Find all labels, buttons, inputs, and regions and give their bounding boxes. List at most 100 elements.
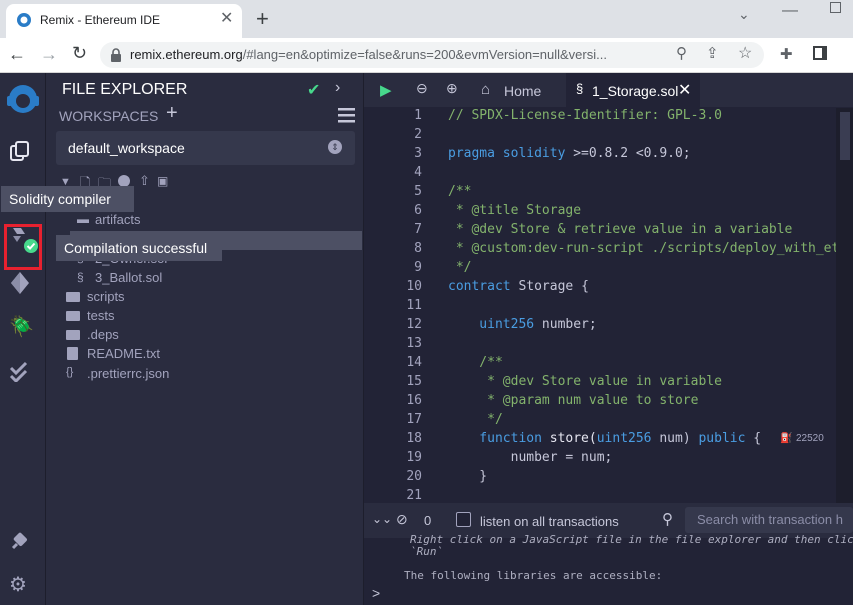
back-arrow-icon[interactable]: ← [8, 44, 26, 65]
editor-minimap[interactable] [836, 108, 853, 503]
maximize-icon[interactable] [830, 2, 841, 13]
forward-arrow-icon[interactable]: → [40, 44, 58, 65]
create-workspace-icon[interactable]: + [166, 102, 178, 125]
code-line: uint256 number; [448, 317, 597, 332]
folder-icon: ▬ [77, 212, 89, 226]
folder-icon [66, 330, 80, 340]
upload-icon[interactable]: ⇧ [139, 173, 150, 189]
tree-item-label: 3_Ballot.sol [95, 270, 163, 285]
minimize-icon[interactable]: — [782, 2, 798, 20]
address-bar[interactable]: remix.ethereum.org/#lang=en&optimize=fal… [100, 42, 764, 68]
run-play-icon[interactable]: ▶ [380, 81, 392, 99]
tree-item-label: artifacts [95, 212, 141, 227]
line-number: 14 [406, 355, 422, 370]
workspace-select[interactable]: default_workspace ⇕ [56, 131, 355, 165]
collapse-terminal-icon[interactable]: ⌄⌄ [372, 512, 392, 526]
workspace-menu-icon[interactable] [338, 107, 356, 123]
pending-tx-count: 0 [424, 513, 432, 528]
remix-logo-icon[interactable] [4, 80, 42, 118]
tree-item-label: tests [87, 308, 115, 323]
solidity-file-icon: § [576, 81, 584, 96]
deploy-run-icon[interactable] [9, 270, 31, 296]
tooltip-compilation-status: Compilation successful [56, 235, 222, 261]
upload-folder-icon[interactable]: ▣ [157, 174, 168, 188]
line-number: 9 [414, 260, 422, 275]
line-number: 16 [406, 393, 422, 408]
line-number: 21 [406, 488, 422, 503]
remix-favicon-icon [17, 13, 31, 27]
clear-terminal-icon[interactable]: ⊘ [396, 511, 408, 528]
line-number: 4 [414, 165, 422, 180]
settings-gear-icon[interactable]: ⚙ [9, 572, 27, 597]
code-line: /** [448, 355, 503, 370]
text-file-icon [67, 347, 78, 360]
reload-icon[interactable]: ↻ [72, 43, 87, 64]
side-panel-icon[interactable] [813, 46, 827, 60]
tooltip-solidity-compiler: Solidity compiler [1, 186, 134, 212]
plugin-manager-icon[interactable] [9, 528, 31, 552]
folder-icon [66, 311, 80, 321]
code-line: * @custom:dev-run-script ./scripts/deplo… [448, 241, 840, 256]
tab-home-label: Home [504, 83, 542, 99]
code-line: /** [448, 184, 472, 199]
terminal-output-line: Right click on a JavaScript file in the … [410, 533, 853, 546]
line-number: 12 [406, 317, 422, 332]
line-number: 1 [414, 108, 422, 123]
extensions-icon[interactable]: ✚ [780, 45, 793, 63]
file-explorer-icon[interactable] [9, 140, 31, 162]
search-placeholder: Search with transaction h [697, 512, 843, 527]
workspace-select-value: default_workspace [68, 140, 185, 156]
code-line: pragma solidity >=0.8.2 <0.9.0; [448, 146, 691, 161]
line-number: 15 [406, 374, 422, 389]
code-line: } [448, 469, 488, 484]
compiler-highlight-box [4, 224, 42, 270]
tab-file-label: 1_Storage.sol [592, 83, 679, 99]
tab-home[interactable]: ⌂ Home [472, 73, 564, 107]
bookmark-star-icon[interactable]: ☆ [738, 43, 752, 63]
search-icon[interactable]: ⚲ [676, 44, 687, 62]
close-tab-icon[interactable]: ✕ [678, 80, 691, 100]
verified-check-icon: ✔ [307, 82, 321, 99]
code-line: number = num; [448, 450, 613, 465]
code-line: // SPDX-License-Identifier: GPL-3.0 [448, 108, 722, 123]
new-tab-button[interactable]: + [256, 6, 269, 32]
terminal-prompt[interactable]: > [372, 585, 380, 601]
url-host: remix.ethereum.org [130, 47, 243, 62]
terminal-search-input[interactable]: Search with transaction h [685, 507, 853, 533]
line-number: 2 [414, 127, 422, 142]
tree-item-label: .prettierrc.json [87, 366, 170, 381]
panel-title: FILE EXPLORER [62, 81, 188, 98]
tree-item-label: .deps [87, 327, 119, 342]
share-icon[interactable]: ⇪ [706, 44, 719, 62]
solidity-file-icon: § [77, 270, 84, 284]
line-number: 10 [406, 279, 422, 294]
search-icon: ⚲ [662, 511, 673, 528]
listen-label: listen on all transactions [480, 514, 619, 529]
code-line: * @dev Store value in variable [448, 374, 722, 389]
code-line: * @title Storage [448, 203, 582, 218]
line-number: 8 [414, 241, 422, 256]
listen-checkbox[interactable] [456, 512, 471, 527]
browser-tab-title: Remix - Ethereum IDE [40, 13, 161, 27]
folder-icon [66, 292, 80, 302]
browser-tab[interactable]: Remix - Ethereum IDE ✕ [6, 4, 242, 38]
debugger-bug-icon[interactable]: 🪲 [9, 314, 34, 339]
line-number: 17 [406, 412, 422, 427]
code-line: * @param num value to store [448, 393, 699, 408]
zoom-out-icon[interactable]: ⊖ [416, 80, 428, 97]
code-line: */ [448, 412, 503, 427]
zoom-in-icon[interactable]: ⊕ [446, 80, 458, 97]
minimap-slider[interactable] [840, 112, 850, 160]
workspaces-label: WORKSPACES [59, 108, 159, 124]
chevron-down-icon[interactable]: ⌄ [738, 6, 750, 23]
close-tab-icon[interactable]: ✕ [220, 8, 233, 28]
line-number: 19 [406, 450, 422, 465]
tab-storage-sol[interactable]: § 1_Storage.sol ✕ [566, 73, 700, 107]
gas-estimate: 22520 [796, 433, 824, 444]
line-number: 6 [414, 203, 422, 218]
tree-item-label: scripts [87, 289, 125, 304]
unit-testing-icon[interactable] [9, 360, 31, 382]
chevron-right-icon[interactable]: › [335, 79, 340, 97]
code-line: * @dev Store & retrieve value in a varia… [448, 222, 793, 237]
select-updown-icon: ⇕ [328, 140, 342, 154]
